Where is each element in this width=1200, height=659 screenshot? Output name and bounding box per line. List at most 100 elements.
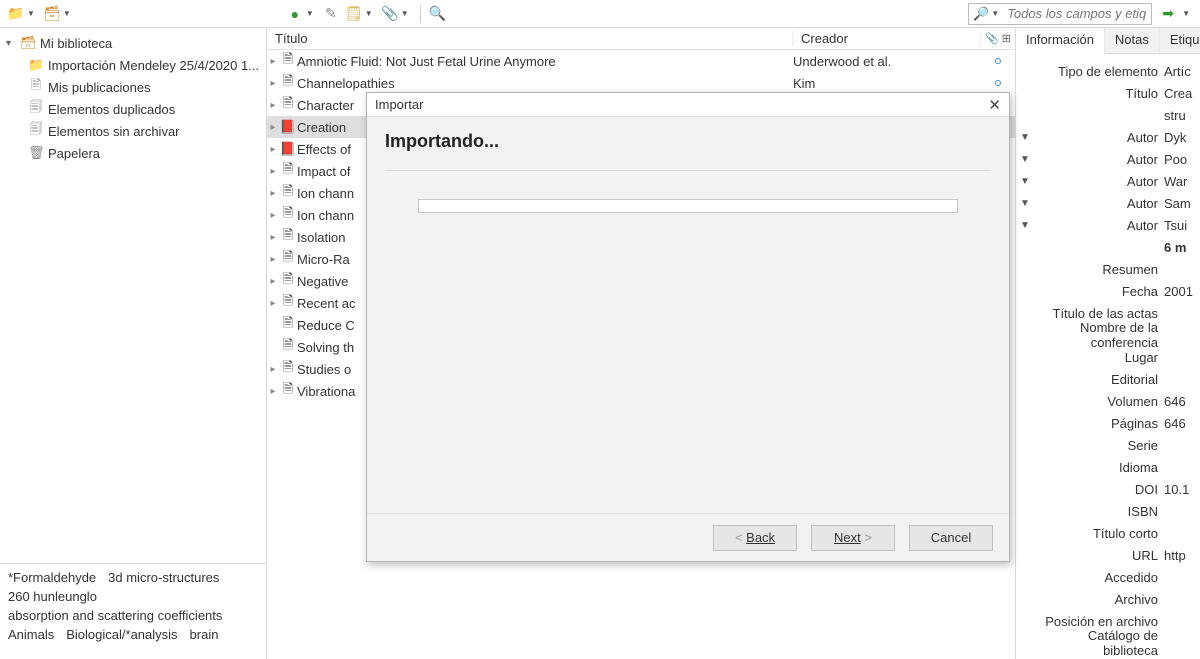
search-mode-dropdown[interactable]: ▼ [991, 9, 999, 18]
library-root[interactable]: ▾ 🗃 Mi biblioteca [0, 32, 266, 54]
twisty-right-icon[interactable]: ▸ [267, 166, 279, 177]
back-button[interactable]: < Back [713, 525, 797, 551]
tag-item[interactable]: Animals [8, 627, 54, 642]
advanced-search-icon[interactable]: 🔍 [428, 4, 448, 24]
metadata-row[interactable]: Tipo de elementoArtíc [1018, 60, 1198, 82]
metadata-value[interactable]: 2001 [1164, 284, 1198, 299]
tag-item[interactable]: 3d micro-structures [108, 570, 219, 585]
item-row[interactable]: ▸🗎Amniotic Fluid: Not Just Fetal Urine A… [267, 50, 1015, 72]
metadata-row[interactable]: ▼AutorTsui [1018, 214, 1198, 236]
new-note-icon[interactable]: 🗒 [344, 4, 364, 24]
tag-item[interactable]: 260 hunleunglo [8, 589, 258, 604]
metadata-value[interactable]: Poo [1164, 152, 1198, 167]
metadata-value[interactable]: 10.1 [1164, 482, 1198, 497]
tag-item[interactable]: absorption and scattering coefficients [8, 608, 258, 623]
header-extra-columns[interactable]: 📎 ⊞ [981, 32, 1015, 45]
metadata-value[interactable]: Crea [1164, 86, 1198, 101]
metadata-value[interactable]: stru [1164, 108, 1198, 123]
collection-item[interactable]: 📁 Importación Mendeley 25/4/2020 1... [0, 54, 266, 76]
next-button[interactable]: Next > [811, 525, 895, 551]
metadata-value[interactable]: Artíc [1164, 64, 1198, 79]
twisty-right-icon[interactable]: ▸ [267, 232, 279, 243]
twisty-right-icon[interactable]: ▸ [267, 56, 279, 67]
twisty-right-icon[interactable]: ▸ [267, 78, 279, 89]
metadata-row[interactable]: Nombre de la conferencia [1018, 324, 1198, 346]
metadata-row[interactable]: ▼AutorWar [1018, 170, 1198, 192]
twisty-right-icon[interactable]: ▸ [267, 364, 279, 375]
close-icon[interactable]: ✕ [988, 96, 1001, 114]
metadata-row[interactable]: Volumen646 [1018, 390, 1198, 412]
locate-dropdown[interactable]: ▼ [1182, 9, 1190, 18]
metadata-row[interactable]: ▼AutorPoo [1018, 148, 1198, 170]
metadata-row[interactable]: stru [1018, 104, 1198, 126]
locate-icon[interactable]: ➡ [1158, 4, 1178, 24]
metadata-row[interactable]: Lugar [1018, 346, 1198, 368]
metadata-row[interactable]: ▼AutorSam [1018, 192, 1198, 214]
search-box[interactable]: 🔎 ▼ [968, 3, 1152, 25]
chevron-down-icon[interactable]: ▼ [1018, 198, 1032, 209]
header-title[interactable]: Título [267, 31, 793, 46]
metadata-value[interactable]: War [1164, 174, 1198, 189]
metadata-row[interactable]: 6 m [1018, 236, 1198, 258]
tab-info[interactable]: Información [1016, 28, 1105, 54]
tab-notes[interactable]: Notas [1105, 28, 1160, 53]
chevron-down-icon[interactable]: ▼ [1018, 154, 1032, 165]
twisty-right-icon[interactable]: ▸ [267, 122, 279, 133]
metadata-row[interactable]: URLhttp [1018, 544, 1198, 566]
metadata-row[interactable]: ▼AutorDyk [1018, 126, 1198, 148]
twisty-down-icon[interactable]: ▾ [6, 38, 16, 49]
twisty-right-icon[interactable]: ▸ [267, 210, 279, 221]
new-note-dropdown[interactable]: ▼ [365, 9, 373, 18]
tab-tags[interactable]: Etiquet [1160, 28, 1200, 53]
twisty-right-icon[interactable]: ▸ [267, 100, 279, 111]
metadata-value[interactable]: http [1164, 548, 1198, 563]
metadata-value[interactable]: Tsui [1164, 218, 1198, 233]
metadata-row[interactable]: Título corto [1018, 522, 1198, 544]
metadata-row[interactable]: ISBN [1018, 500, 1198, 522]
tag-item[interactable]: Biological/*analysis [66, 627, 177, 642]
metadata-row[interactable]: Serie [1018, 434, 1198, 456]
unfiled-items[interactable]: 🗐 Elementos sin archivar [0, 120, 266, 142]
twisty-right-icon[interactable]: ▸ [267, 276, 279, 287]
duplicate-items[interactable]: 🗐 Elementos duplicados [0, 98, 266, 120]
metadata-row[interactable]: TítuloCrea [1018, 82, 1198, 104]
new-item-dropdown[interactable]: ▼ [306, 9, 314, 18]
metadata-row[interactable]: DOI10.1 [1018, 478, 1198, 500]
new-library-dropdown[interactable]: ▼ [63, 9, 71, 18]
tag-item[interactable]: *Formaldehyde [8, 570, 96, 585]
new-collection-dropdown[interactable]: ▼ [27, 9, 35, 18]
attachment-dropdown[interactable]: ▼ [401, 9, 409, 18]
metadata-value[interactable]: 646 [1164, 394, 1198, 409]
new-collection-icon[interactable]: 📁 [6, 4, 26, 24]
metadata-value[interactable]: 646 [1164, 416, 1198, 431]
twisty-right-icon[interactable]: ▸ [267, 386, 279, 397]
twisty-right-icon[interactable]: ▸ [267, 254, 279, 265]
tag-item[interactable]: brain [190, 627, 219, 642]
new-library-icon[interactable]: 🗃 [42, 4, 62, 24]
metadata-value[interactable]: Sam [1164, 196, 1198, 211]
chevron-down-icon[interactable]: ▼ [1018, 176, 1032, 187]
twisty-right-icon[interactable]: ▸ [267, 144, 279, 155]
metadata-value[interactable]: Dyk [1164, 130, 1198, 145]
metadata-value[interactable]: 6 m [1164, 240, 1198, 255]
twisty-right-icon[interactable]: ▸ [267, 298, 279, 309]
wand-icon[interactable]: ✎ [321, 4, 341, 24]
metadata-row[interactable]: Catálogo de biblioteca [1018, 632, 1198, 654]
my-publications-item[interactable]: 🗎 Mis publicaciones [0, 76, 266, 98]
metadata-row[interactable]: Páginas646 [1018, 412, 1198, 434]
chevron-down-icon[interactable]: ▼ [1018, 220, 1032, 231]
header-creator[interactable]: Creador [793, 31, 981, 46]
metadata-row[interactable]: Resumen [1018, 258, 1198, 280]
metadata-row[interactable]: Fecha2001 [1018, 280, 1198, 302]
chevron-down-icon[interactable]: ▼ [1018, 132, 1032, 143]
cancel-button[interactable]: Cancel [909, 525, 993, 551]
metadata-row[interactable]: Idioma [1018, 456, 1198, 478]
metadata-row[interactable]: Editorial [1018, 368, 1198, 390]
metadata-row[interactable]: Accedido [1018, 566, 1198, 588]
item-row[interactable]: ▸🗎ChannelopathiesKim [267, 72, 1015, 94]
trash-item[interactable]: 🗑 Papelera [0, 142, 266, 164]
metadata-row[interactable]: Archivo [1018, 588, 1198, 610]
twisty-right-icon[interactable]: ▸ [267, 188, 279, 199]
new-item-icon[interactable]: ● [285, 4, 305, 24]
attachment-icon[interactable]: 📎 [380, 4, 400, 24]
